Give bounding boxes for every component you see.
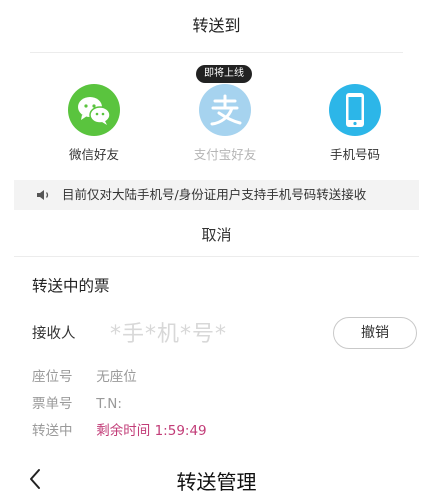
divider	[14, 256, 419, 257]
speaker-icon	[37, 190, 49, 200]
ticket-value: T.N:	[96, 396, 122, 412]
notice-text: 目前仅对大陆手机号/身份证用户支持手机号码转送接收	[62, 187, 367, 202]
phone-icon	[329, 84, 381, 136]
share-alipay-label: 支付宝好友	[193, 147, 257, 162]
share-wechat-option[interactable]: 微信好友	[39, 64, 149, 176]
divider	[30, 52, 403, 53]
wechat-icon	[68, 84, 120, 136]
notice-bar: 目前仅对大陆手机号/身份证用户支持手机号码转送接收	[14, 180, 419, 210]
seat-row: 座位号 无座位	[32, 365, 137, 385]
status-countdown: 剩余时间 1:59:49	[96, 423, 207, 439]
seat-label: 座位号	[32, 369, 73, 385]
status-label: 转送中	[32, 423, 73, 439]
share-phone-label: 手机号码	[329, 147, 380, 162]
section-title: 转送中的票	[32, 277, 110, 295]
ticket-label: 票单号	[32, 396, 73, 412]
share-sheet-title: 转送到	[192, 16, 241, 35]
coming-soon-badge: 即将上线	[196, 65, 252, 83]
share-phone-option[interactable]: 手机号码	[300, 64, 410, 176]
nav-bar: 转送管理	[0, 462, 433, 498]
seat-value: 无座位	[96, 369, 137, 385]
alipay-icon	[199, 84, 251, 136]
receiver-label: 接收人	[32, 326, 76, 342]
share-options: 微信好友 即将上线 支付宝好友 手机号码	[0, 64, 433, 176]
ticket-row: 票单号 T.N:	[32, 392, 122, 412]
cancel-button[interactable]: 取消	[0, 220, 433, 250]
status-row: 转送中 剩余时间 1:59:49	[32, 419, 207, 439]
page-title: 转送管理	[176, 470, 257, 494]
share-alipay-option: 即将上线 支付宝好友	[170, 64, 280, 176]
share-wechat-label: 微信好友	[68, 147, 119, 162]
revoke-button[interactable]: 撤销	[333, 317, 417, 349]
receiver-phone: *手*机*号*	[110, 322, 228, 347]
